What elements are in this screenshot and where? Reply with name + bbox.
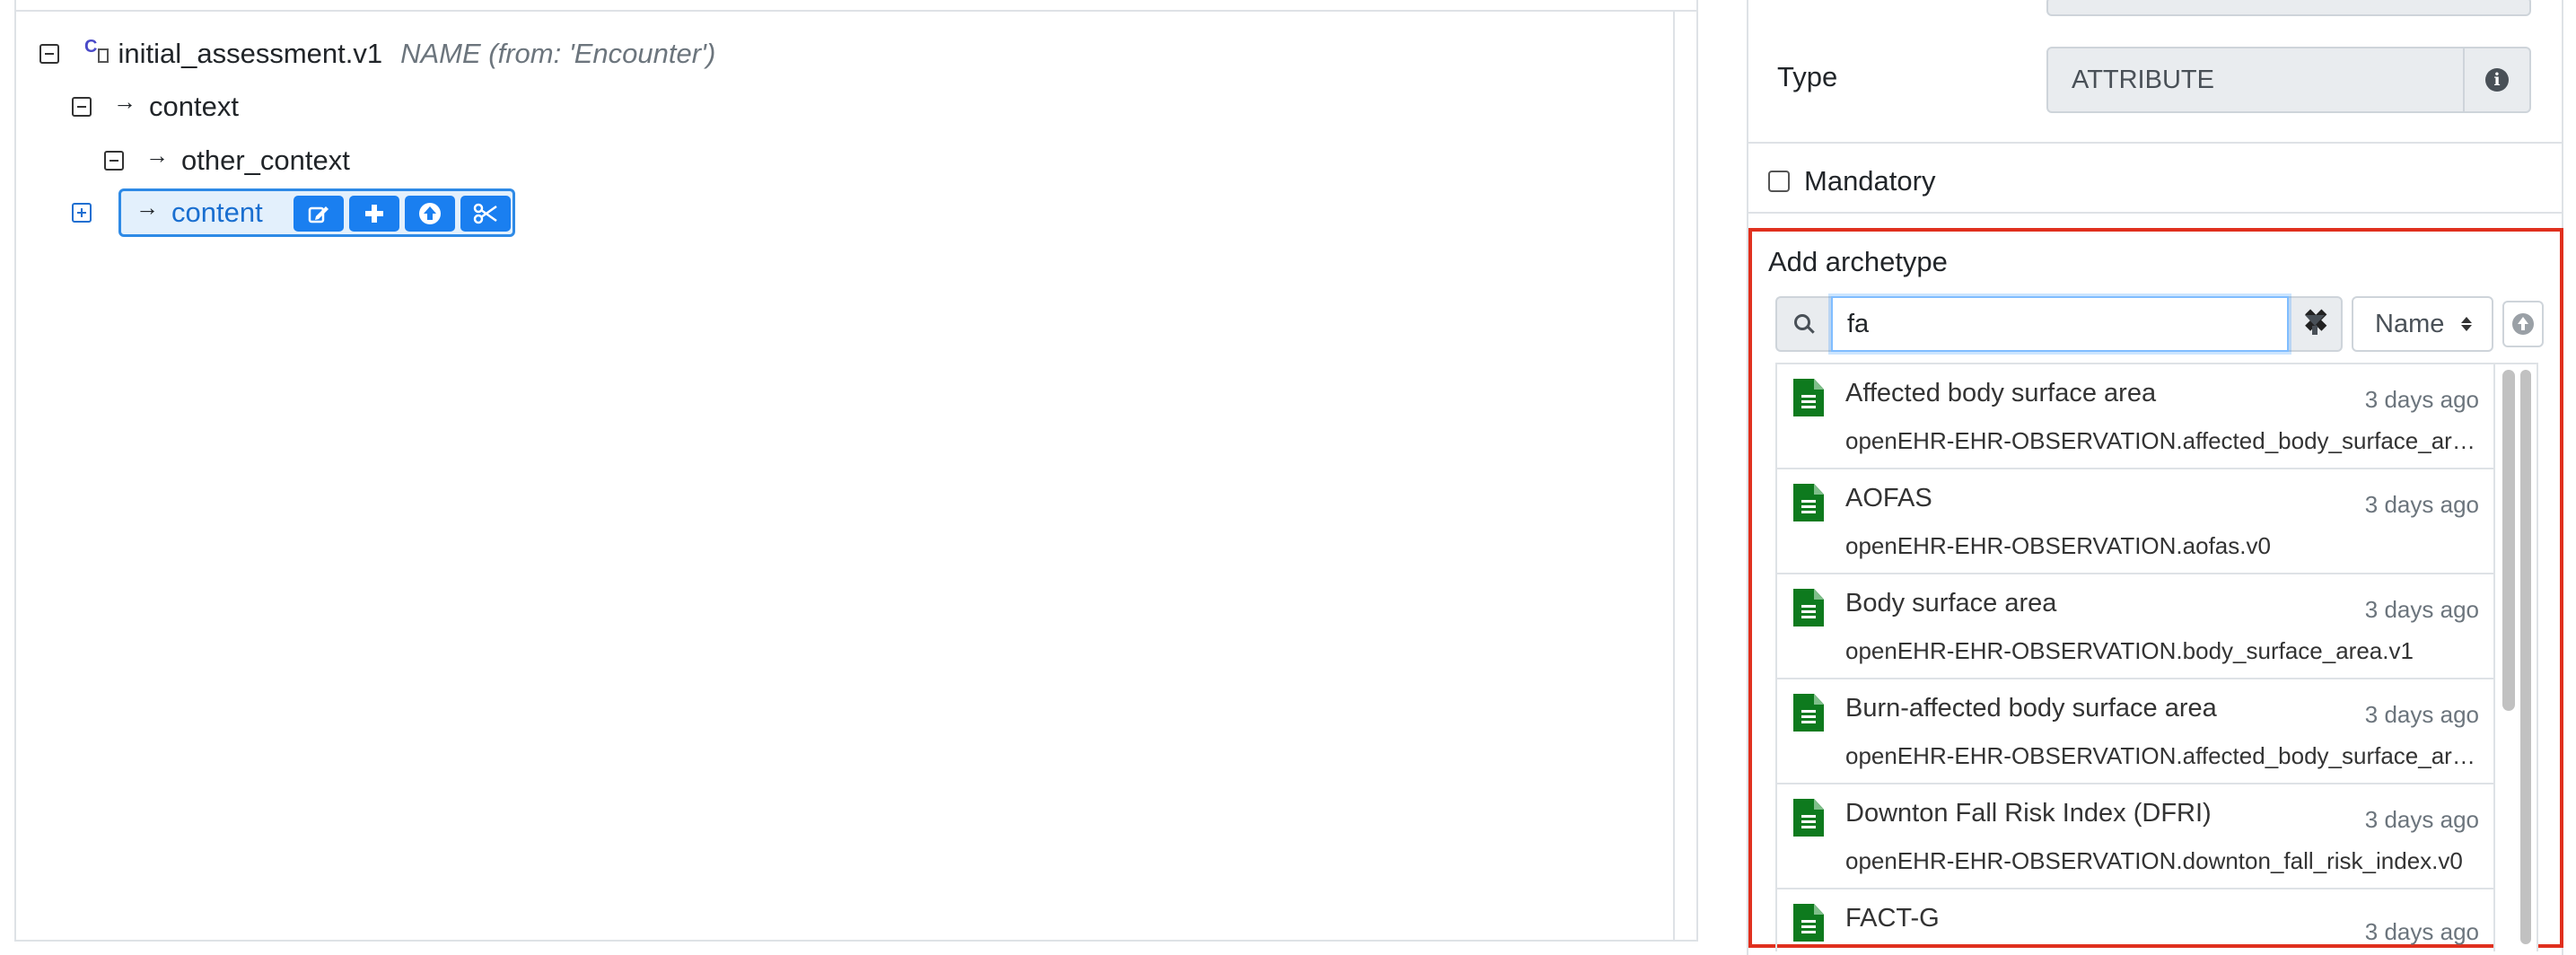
scrollbar-thumb[interactable] bbox=[2520, 370, 2531, 944]
add-archetype-title: Add archetype bbox=[1768, 246, 1948, 277]
add-button[interactable] bbox=[349, 196, 399, 232]
add-archetype-section: Add archetype ✖ Name Affected body surfa… bbox=[1748, 228, 2563, 951]
scrollbar-thumb[interactable] bbox=[2502, 370, 2515, 711]
archetype-id: openEHR-EHR-OBSERVATION.aofas.v0 bbox=[1845, 532, 2271, 559]
archetype-result-item[interactable]: Body surface area 3 days ago openEHR-EHR… bbox=[1777, 574, 2493, 679]
document-icon bbox=[1793, 484, 1824, 521]
archetype-name: Burn-affected body surface area bbox=[1845, 694, 2217, 723]
type-label: Type bbox=[1777, 61, 1838, 92]
tree-node-label: context bbox=[149, 91, 239, 122]
archetype-id: openEHR-EHR-OBSERVATION.body_surface_are… bbox=[1845, 637, 2414, 664]
edit-icon bbox=[308, 206, 329, 223]
document-icon bbox=[1793, 589, 1824, 626]
archetype-id: openEHR-EHR-OBSERVATION.downton_fall_ris… bbox=[1845, 847, 2463, 874]
sort-value: Name bbox=[2375, 309, 2445, 338]
expand-content[interactable] bbox=[72, 195, 92, 231]
tree-node-label: initial_assessment.v1 bbox=[118, 38, 383, 69]
move-up-button[interactable] bbox=[405, 196, 455, 232]
archetype-results-list: Affected body surface area 3 days ago op… bbox=[1775, 363, 2538, 951]
archetype-result-item[interactable]: Affected body surface area 3 days ago op… bbox=[1777, 364, 2493, 469]
cut-button[interactable] bbox=[460, 196, 511, 232]
arrow-right-icon: → bbox=[136, 193, 159, 221]
document-icon bbox=[98, 48, 110, 63]
sort-select[interactable]: Name bbox=[2352, 296, 2493, 352]
archetype-id: openEHR-EHR-OBSERVATION.affected_body_su… bbox=[1845, 742, 2483, 769]
mandatory-checkbox[interactable] bbox=[1768, 171, 1790, 192]
divider bbox=[1748, 212, 2562, 214]
collapse-icon[interactable] bbox=[104, 151, 124, 171]
archetype-name: Affected body surface area bbox=[1845, 379, 2157, 407]
tree-node-label: content bbox=[171, 197, 263, 228]
tree-node-other-context[interactable]: → other_context bbox=[104, 141, 350, 179]
tree-node-root[interactable]: C initial_assessment.v1 NAME (from: 'Enc… bbox=[39, 36, 715, 72]
document-icon bbox=[1793, 799, 1824, 837]
archetype-date: 3 days ago bbox=[2364, 806, 2479, 833]
archetype-date: 3 days ago bbox=[2364, 918, 2479, 945]
search-addon bbox=[1775, 296, 1831, 352]
search-icon bbox=[1794, 314, 1810, 330]
tree-node-label: other_context bbox=[181, 145, 350, 176]
archetype-date: 3 days ago bbox=[2364, 386, 2479, 413]
archetype-name: Downton Fall Risk Index (DFRI) bbox=[1845, 799, 2212, 828]
arrow-right-icon: → bbox=[145, 141, 169, 169]
document-icon bbox=[1793, 904, 1824, 942]
arrow-right-icon: → bbox=[113, 87, 136, 115]
plus-icon bbox=[365, 205, 383, 223]
composition-icon: C bbox=[84, 36, 98, 57]
archetype-date: 3 days ago bbox=[2364, 596, 2479, 623]
results-scrollbar[interactable] bbox=[2493, 364, 2537, 951]
sort-caret-icon bbox=[2461, 317, 2472, 331]
archetype-id: openEHR-EHR-OBSERVATION.affected_body_su… bbox=[1845, 427, 2483, 454]
mandatory-row[interactable]: Mandatory bbox=[1768, 165, 1935, 197]
info-icon: i bbox=[2485, 68, 2509, 92]
tree-scrollbar[interactable] bbox=[1673, 12, 1675, 942]
archetype-search-input[interactable] bbox=[1831, 296, 2289, 352]
sort-direction-button[interactable] bbox=[2502, 301, 2544, 347]
archetype-date: 3 days ago bbox=[2364, 491, 2479, 518]
type-info-button[interactable]: i bbox=[2463, 48, 2529, 111]
archetype-name: FACT-G bbox=[1845, 904, 1940, 933]
archetype-search-bar: ✖ Name bbox=[1775, 296, 2544, 352]
collapse-icon[interactable] bbox=[72, 97, 92, 117]
mandatory-label: Mandatory bbox=[1804, 165, 1936, 197]
tree-panel: C initial_assessment.v1 NAME (from: 'Enc… bbox=[14, 0, 1698, 942]
expand-icon[interactable] bbox=[72, 203, 92, 223]
node-action-buttons bbox=[294, 196, 511, 232]
archetype-result-item[interactable]: AOFAS 3 days ago openEHR-EHR-OBSERVATION… bbox=[1777, 469, 2493, 574]
edit-button[interactable] bbox=[294, 196, 344, 232]
scissors-icon bbox=[473, 203, 497, 224]
archetype-result-item[interactable]: Burn-affected body surface area 3 days a… bbox=[1777, 679, 2493, 784]
divider bbox=[16, 10, 1696, 12]
filter-icon bbox=[2305, 315, 2325, 335]
archetype-date: 3 days ago bbox=[2364, 701, 2479, 728]
type-field: ATTRIBUTE i bbox=[2046, 47, 2531, 113]
tree-node-content-selected[interactable]: → content bbox=[118, 188, 515, 237]
archetype-result-item[interactable]: FACT-G 3 days ago bbox=[1777, 889, 2493, 951]
arrow-up-circle-icon bbox=[419, 203, 441, 224]
arrow-up-circle-icon bbox=[2512, 313, 2534, 335]
tree-node-name-hint: NAME (from: 'Encounter') bbox=[400, 38, 716, 69]
tree-node-context[interactable]: → context bbox=[72, 87, 239, 125]
document-icon bbox=[1793, 379, 1824, 416]
document-icon bbox=[1793, 694, 1824, 732]
type-value: ATTRIBUTE bbox=[2072, 65, 2214, 94]
archetype-name: AOFAS bbox=[1845, 484, 1932, 513]
archetype-result-item[interactable]: Downton Fall Risk Index (DFRI) 3 days ag… bbox=[1777, 784, 2493, 889]
archetype-name: Body surface area bbox=[1845, 589, 2057, 618]
previous-field bbox=[2046, 0, 2531, 16]
collapse-icon[interactable] bbox=[39, 44, 59, 64]
divider bbox=[1748, 142, 2562, 144]
